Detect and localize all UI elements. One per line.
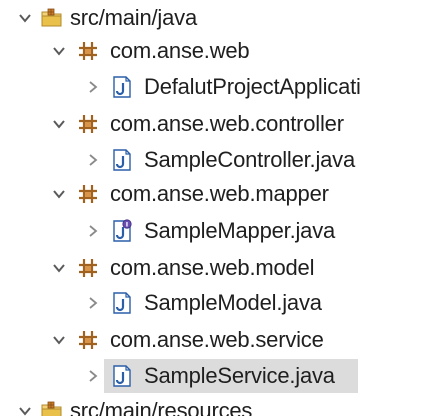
tree-item-src-main-java[interactable]: src/main/java xyxy=(0,0,448,36)
java-class-icon xyxy=(113,149,131,171)
tree-item-package[interactable]: com.anse.web.model xyxy=(0,250,448,286)
chevron-right-icon[interactable] xyxy=(86,80,100,94)
chevron-down-icon[interactable] xyxy=(18,11,32,25)
chevron-down-icon[interactable] xyxy=(52,117,66,131)
tree-item-label: SampleController.java xyxy=(144,147,356,172)
tree-item-label: SampleService.java xyxy=(144,363,335,388)
tree-item-label: com.anse.web xyxy=(110,38,250,63)
tree-item-package[interactable]: com.anse.web xyxy=(0,33,448,69)
package-icon xyxy=(79,331,97,349)
tree-item-file[interactable]: SampleModel.java xyxy=(0,285,448,321)
chevron-down-icon[interactable] xyxy=(52,187,66,201)
tree-item-file-selected[interactable]: SampleService.java xyxy=(0,358,448,394)
tree-item-label: DefalutProjectApplicati xyxy=(144,74,361,99)
source-folder-icon xyxy=(41,8,62,27)
tree-item-label: src/main/java xyxy=(70,5,197,30)
package-icon xyxy=(79,115,97,133)
svg-text:I: I xyxy=(126,220,128,228)
chevron-right-icon[interactable] xyxy=(86,224,100,238)
java-class-icon xyxy=(113,292,131,314)
package-icon xyxy=(79,42,97,60)
tree-item-src-main-resources[interactable]: src/main/resources xyxy=(0,393,448,416)
tree-item-label: SampleMapper.java xyxy=(144,218,336,243)
tree-item-package[interactable]: com.anse.web.service xyxy=(0,322,448,358)
tree-item-file[interactable]: I SampleMapper.java xyxy=(0,213,448,249)
tree-item-label: com.anse.web.model xyxy=(110,255,315,280)
tree-item-label: src/main/resources xyxy=(70,398,253,416)
tree-item-package[interactable]: com.anse.web.mapper xyxy=(0,176,448,212)
tree-item-label: com.anse.web.service xyxy=(110,327,324,352)
tree-item-label: com.anse.web.controller xyxy=(110,111,344,136)
chevron-down-icon[interactable] xyxy=(52,44,66,58)
chevron-down-icon[interactable] xyxy=(18,404,32,416)
chevron-right-icon[interactable] xyxy=(86,296,100,310)
tree-item-package[interactable]: com.anse.web.controller xyxy=(0,106,448,142)
java-interface-icon: I xyxy=(113,219,132,242)
chevron-down-icon[interactable] xyxy=(52,261,66,275)
chevron-down-icon[interactable] xyxy=(52,333,66,347)
tree-item-label: com.anse.web.mapper xyxy=(110,181,329,206)
package-icon xyxy=(79,259,97,277)
tree-item-file[interactable]: SampleController.java xyxy=(0,142,448,178)
java-class-icon xyxy=(113,365,131,387)
package-icon xyxy=(79,185,97,203)
tree-item-label: SampleModel.java xyxy=(144,290,322,315)
chevron-right-icon[interactable] xyxy=(86,369,100,383)
java-class-icon xyxy=(113,76,131,98)
chevron-right-icon[interactable] xyxy=(86,153,100,167)
tree-item-file[interactable]: DefalutProjectApplicati xyxy=(0,69,448,105)
source-folder-icon xyxy=(41,401,62,416)
